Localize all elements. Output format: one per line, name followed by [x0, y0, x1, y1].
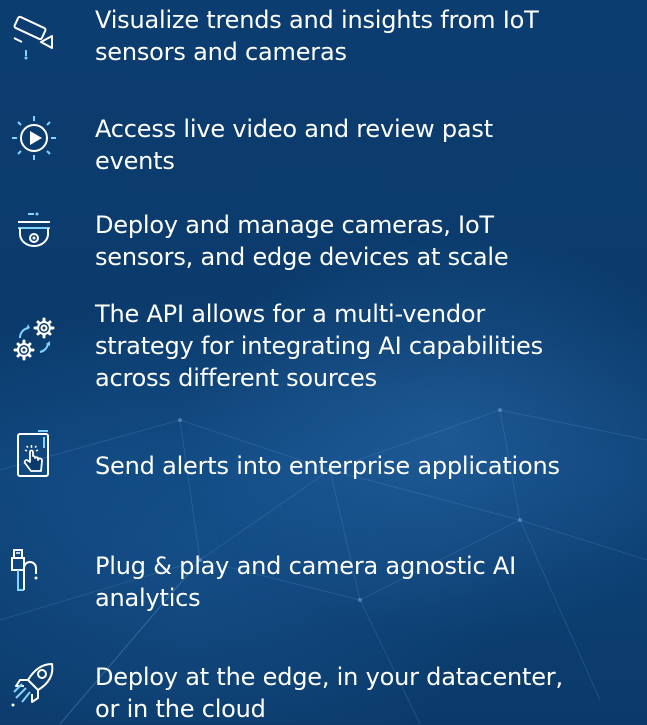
usb-plug-icon [8, 544, 60, 596]
feature-text: Visualize trends and insights from IoT s… [95, 6, 539, 66]
feature-text: Plug & play and camera agnostic AI analy… [95, 552, 516, 612]
security-camera-icon [8, 8, 60, 60]
feature-text: Deploy and manage cameras, IoT sensors, … [95, 211, 509, 271]
feature-text: Deploy at the edge, in your datacenter, … [95, 663, 563, 723]
mobile-touch-icon [8, 428, 60, 480]
feature-text: The API allows for a multi-vendor strate… [95, 300, 543, 392]
feature-text: Send alerts into enterprise applications [95, 452, 560, 480]
gears-sync-icon [8, 314, 60, 366]
dome-camera-icon [8, 206, 60, 258]
live-video-play-icon [8, 112, 60, 164]
rocket-icon [8, 658, 60, 710]
feature-text: Access live video and review past events [95, 115, 493, 175]
